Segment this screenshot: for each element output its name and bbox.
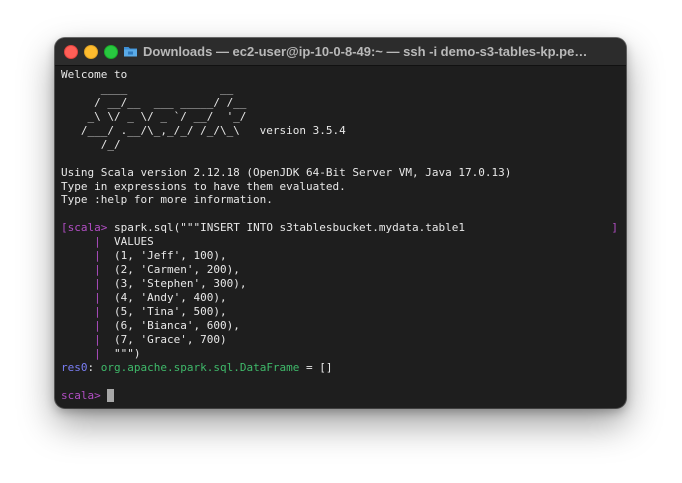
scala-prompt: scala> xyxy=(61,388,101,402)
command-text: spark.sql("""INSERT INTO s3tablesbucket.… xyxy=(107,221,465,235)
command-text: """) xyxy=(100,346,141,360)
terminal-window: Downloads — ec2-user@ip-10-0-8-49:~ — ss… xyxy=(55,38,626,408)
command-text: (1, 'Jeff', 100), xyxy=(100,249,227,263)
continuation-bar: | xyxy=(94,318,101,332)
command-continuation-line: | (3, 'Stephen', 300), xyxy=(61,277,622,291)
result-type: org.apache.spark.sql.DataFrame xyxy=(100,360,300,374)
command-continuation-line: | (1, 'Jeff', 100), xyxy=(61,249,622,263)
title-bar[interactable]: Downloads — ec2-user@ip-10-0-8-49:~ — ss… xyxy=(55,38,626,66)
banner-line: _\ \/ _ \/ _ `/ __/ '_/ xyxy=(61,109,247,123)
command-continuation-line: | (5, 'Tina', 500), xyxy=(61,305,622,319)
info-line: Using Scala version 2.12.18 (OpenJDK 64-… xyxy=(61,165,512,179)
command-continuation-line: | VALUES xyxy=(61,235,622,249)
banner-line: / __/__ ___ _____/ /__ xyxy=(61,95,247,109)
info-line: Type in expressions to have them evaluat… xyxy=(61,179,346,193)
command-continuation-line: | (6, 'Bianca', 600), xyxy=(61,319,622,333)
text-cursor[interactable] xyxy=(107,388,115,402)
terminal-output[interactable]: Welcome to ____ __ / __/__ ___ _____/ /_… xyxy=(61,68,622,408)
result-line: res0: org.apache.spark.sql.DataFrame = [… xyxy=(61,361,622,375)
folder-icon xyxy=(124,47,137,57)
continuation-indent xyxy=(61,333,94,346)
continuation-indent xyxy=(61,347,94,360)
continuation-indent xyxy=(61,291,94,304)
continuation-bar: | xyxy=(94,332,101,346)
continuation-bar: | xyxy=(94,277,101,291)
prompt-open-bracket: [ xyxy=(61,221,68,235)
minimize-button[interactable] xyxy=(84,45,98,59)
command-text: (3, 'Stephen', 300), xyxy=(100,277,247,291)
command-continuation-line: | (2, 'Carmen', 200), xyxy=(61,263,622,277)
banner-line: ____ __ xyxy=(61,81,234,95)
welcome-line: Welcome to xyxy=(61,68,128,81)
continuation-indent xyxy=(61,305,94,318)
result-colon: : xyxy=(87,360,101,374)
command-text: (2, 'Carmen', 200), xyxy=(100,263,240,277)
banner-line: /_/ xyxy=(61,137,121,151)
result-value: = [] xyxy=(299,360,333,374)
prompt-close-bracket: ] xyxy=(611,221,618,235)
window-title: Downloads — ec2-user@ip-10-0-8-49:~ — ss… xyxy=(143,44,588,59)
command-text: (5, 'Tina', 500), xyxy=(100,304,227,318)
continuation-bar: | xyxy=(94,249,101,263)
command-text: (7, 'Grace', 700) xyxy=(100,332,227,346)
info-line: Type :help for more information. xyxy=(61,193,273,207)
command-line: [scala> spark.sql("""INSERT INTO s3table… xyxy=(61,221,622,235)
command-text: (4, 'Andy', 400), xyxy=(100,291,227,304)
continuation-bar: | xyxy=(94,346,101,360)
zoom-button[interactable] xyxy=(104,45,118,59)
command-continuation-line: | (7, 'Grace', 700) xyxy=(61,333,622,347)
command-continuation-line: | (4, 'Andy', 400), xyxy=(61,291,622,305)
command-text: (6, 'Bianca', 600), xyxy=(100,318,240,332)
close-button[interactable] xyxy=(64,45,78,59)
scala-prompt: scala> xyxy=(67,221,108,235)
command-continuation-line: | """) xyxy=(61,347,622,361)
result-name: res0 xyxy=(61,360,88,374)
continuation-indent xyxy=(61,263,94,276)
banner-line: /___/ .__/\_,_/_/ /_/\_\ version 3.5.4 xyxy=(61,123,346,137)
continuation-bar: | xyxy=(94,291,101,304)
continuation-indent xyxy=(61,249,94,262)
continuation-bar: | xyxy=(94,235,101,249)
continuation-bar: | xyxy=(94,304,101,318)
input-line[interactable]: scala> xyxy=(61,388,622,403)
continuation-indent xyxy=(61,319,94,332)
command-text: VALUES xyxy=(100,235,154,249)
continuation-bar: | xyxy=(94,263,101,277)
continuation-indent xyxy=(61,235,94,248)
continuation-indent xyxy=(61,277,94,290)
